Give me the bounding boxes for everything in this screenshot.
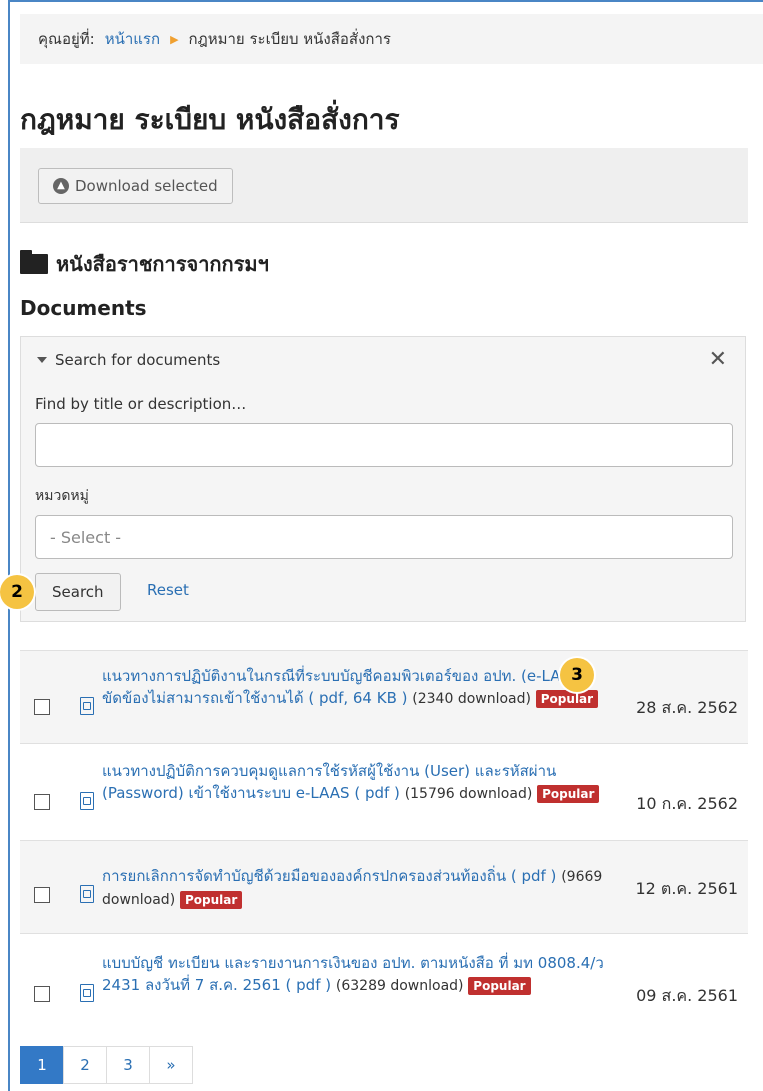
download-count: (63289 download) bbox=[335, 978, 464, 994]
page-1-button[interactable]: 1 bbox=[20, 1046, 64, 1084]
row-checkbox[interactable] bbox=[34, 794, 50, 810]
category-title: หนังสือราชการจากกรมฯ bbox=[20, 248, 269, 280]
title-search-label: Find by title or description… bbox=[35, 395, 247, 413]
close-icon[interactable]: ✕ bbox=[709, 347, 727, 372]
document-entry: แบบบัญชี ทะเบียน และรายงานการเงินของ อปท… bbox=[102, 952, 622, 997]
search-panel-toggle[interactable]: Search for documents bbox=[37, 351, 220, 369]
row-checkbox[interactable] bbox=[34, 699, 50, 715]
breadcrumb-current: กฎหมาย ระเบียบ หนังสือสั่งการ bbox=[188, 30, 391, 48]
page-2-button[interactable]: 2 bbox=[63, 1046, 107, 1084]
document-list: แนวทางการปฏิบัติงานในกรณีที่ระบบบัญชีคอม… bbox=[20, 650, 748, 1038]
next-page-button[interactable]: » bbox=[149, 1046, 193, 1084]
document-link[interactable]: การยกเลิกการจัดทำบัญชีด้วยมือขององค์กรปก… bbox=[102, 867, 556, 885]
document-date: 10 ก.ค. 2562 bbox=[636, 794, 738, 813]
popular-badge: Popular bbox=[179, 891, 243, 909]
table-row: แบบบัญชี ทะเบียน และรายงานการเงินของ อปท… bbox=[20, 933, 748, 1038]
document-date: 12 ต.ค. 2561 bbox=[635, 879, 738, 898]
document-entry: แนวทางการปฏิบัติงานในกรณีที่ระบบบัญชีคอม… bbox=[102, 665, 622, 710]
breadcrumb-prefix: คุณอยู่ที่: bbox=[38, 30, 95, 48]
breadcrumb-home-link[interactable]: หน้าแรก bbox=[105, 27, 160, 51]
step-marker: 2 bbox=[0, 575, 34, 609]
row-checkbox[interactable] bbox=[34, 887, 50, 903]
download-count: (15796 download) bbox=[404, 786, 533, 802]
folder-icon bbox=[20, 250, 48, 274]
table-row: แนวทางการปฏิบัติงานในกรณีที่ระบบบัญชีคอม… bbox=[20, 650, 748, 743]
popular-badge: Popular bbox=[537, 785, 600, 803]
title-search-input[interactable] bbox=[35, 423, 733, 467]
step-marker: 3 bbox=[560, 658, 594, 692]
download-selected-button[interactable]: ▲ Download selected bbox=[38, 168, 233, 204]
row-checkbox[interactable] bbox=[34, 986, 50, 1002]
table-row: การยกเลิกการจัดทำบัญชีด้วยมือขององค์กรปก… bbox=[20, 840, 748, 933]
document-entry: การยกเลิกการจัดทำบัญชีด้วยมือขององค์กรปก… bbox=[102, 865, 622, 911]
document-entry: แนวทางปฏิบัติการควบคุมดูแลการใช้รหัสผู้ใ… bbox=[102, 760, 622, 805]
category-select[interactable]: - Select - bbox=[35, 515, 733, 559]
toolbar: ▲ Download selected bbox=[20, 148, 748, 223]
pagination: 1 2 3 » bbox=[20, 1046, 193, 1084]
document-date: 28 ส.ค. 2562 bbox=[636, 698, 738, 717]
caret-down-icon bbox=[37, 357, 47, 363]
download-selected-label: Download selected bbox=[75, 177, 218, 195]
document-date: 09 ส.ค. 2561 bbox=[636, 986, 738, 1005]
search-panel: Search for documents ✕ Find by title or … bbox=[20, 336, 746, 622]
search-button[interactable]: Search bbox=[35, 573, 121, 611]
cloud-download-icon: ▲ bbox=[53, 178, 69, 194]
page-3-button[interactable]: 3 bbox=[106, 1046, 150, 1084]
popular-badge: Popular bbox=[468, 977, 531, 995]
documents-heading: Documents bbox=[20, 296, 147, 320]
search-panel-title: Search for documents bbox=[55, 351, 221, 369]
reset-link[interactable]: Reset bbox=[147, 581, 189, 599]
table-row: แนวทางปฏิบัติการควบคุมดูแลการใช้รหัสผู้ใ… bbox=[20, 743, 748, 840]
category-label: หมวดหมู่ bbox=[35, 488, 89, 504]
pdf-icon bbox=[80, 885, 94, 903]
breadcrumb: คุณอยู่ที่: หน้าแรก ▶ กฎหมาย ระเบียบ หนั… bbox=[20, 14, 763, 64]
page-title: กฎหมาย ระเบียบ หนังสือสั่งการ bbox=[20, 103, 400, 136]
popular-badge: Popular bbox=[535, 690, 599, 708]
category-title-text: หนังสือราชการจากกรมฯ bbox=[56, 252, 269, 276]
pdf-icon bbox=[80, 697, 94, 715]
breadcrumb-separator-icon: ▶ bbox=[170, 32, 179, 46]
pdf-icon bbox=[80, 984, 94, 1002]
pdf-icon bbox=[80, 792, 94, 810]
download-count: (2340 download) bbox=[412, 691, 531, 707]
